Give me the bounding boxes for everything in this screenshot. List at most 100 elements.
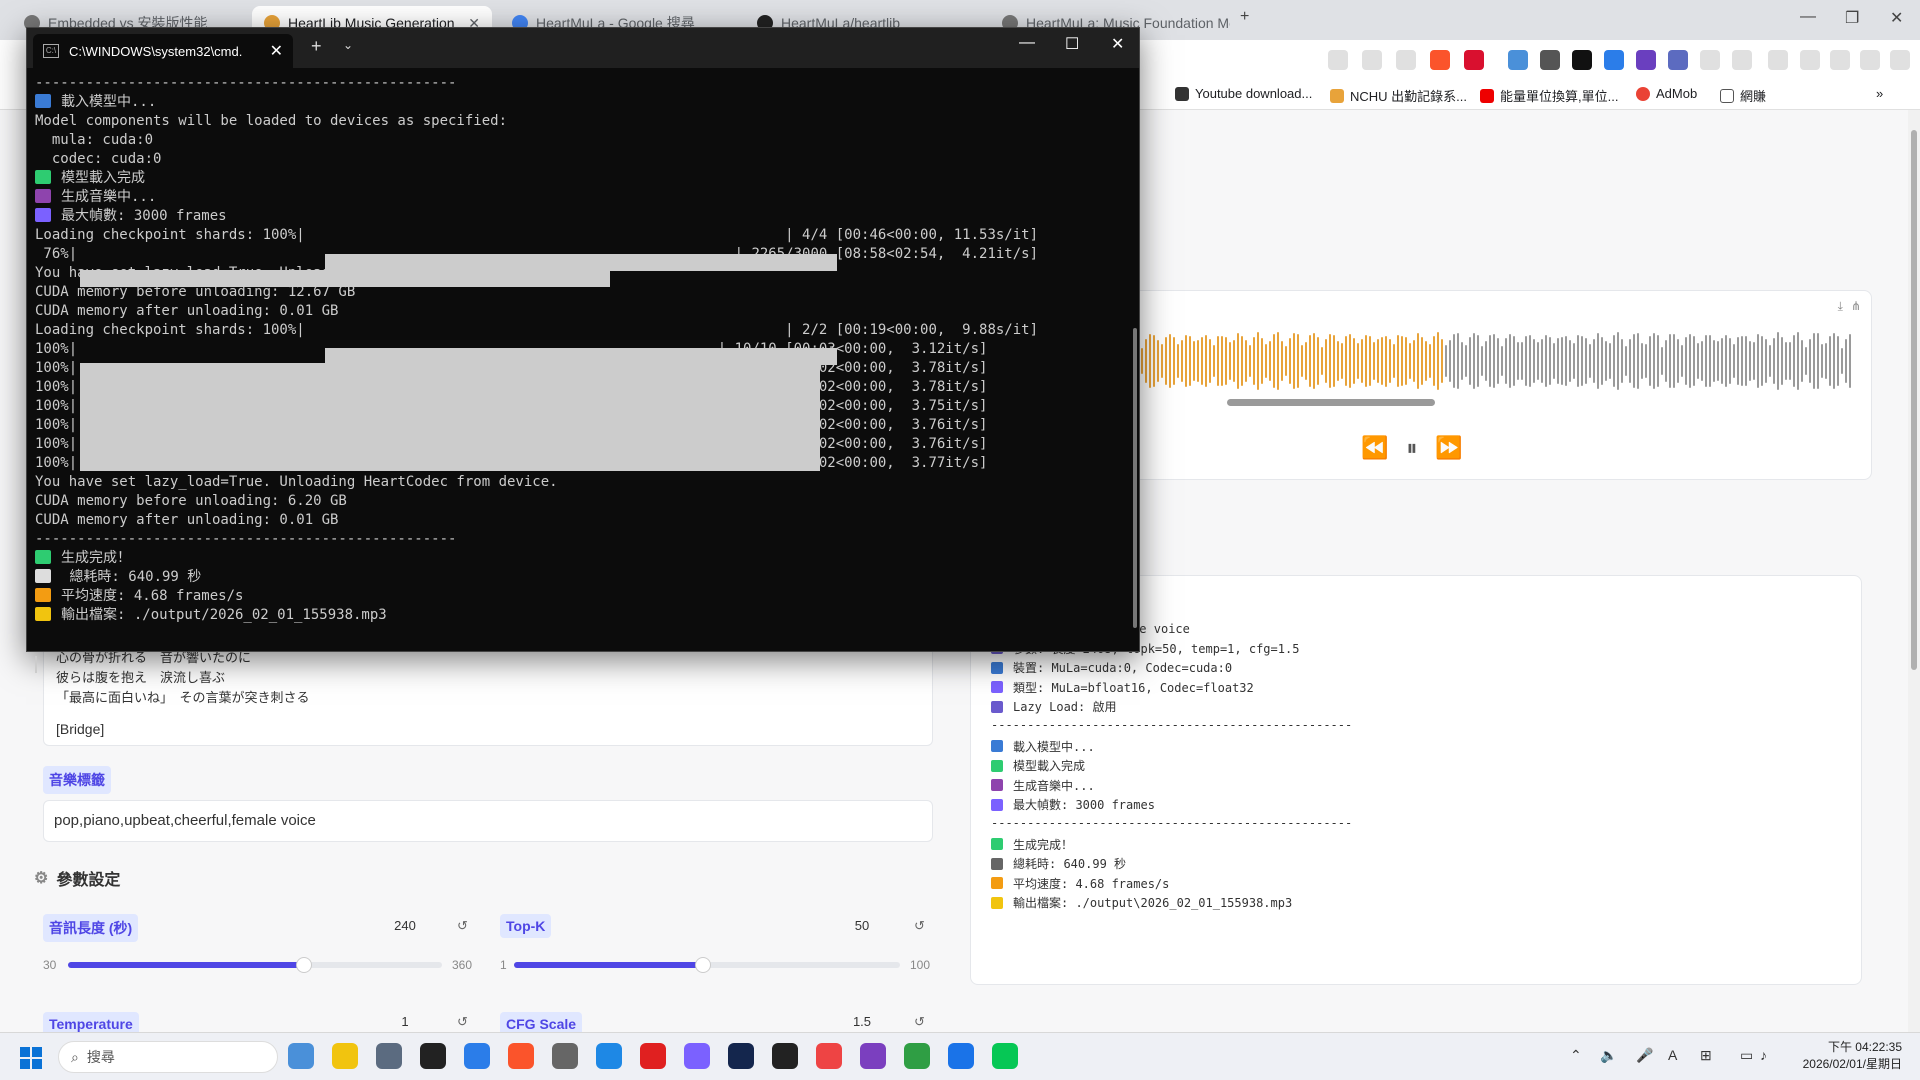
- extension-icon[interactable]: [1668, 50, 1688, 70]
- taskbar-app-icon[interactable]: [596, 1043, 622, 1069]
- extension-icon[interactable]: [1508, 50, 1528, 70]
- taskbar-app-icon[interactable]: [464, 1043, 490, 1069]
- menu-icon[interactable]: [1890, 50, 1910, 70]
- chevron-up-icon[interactable]: ⌃: [1570, 1047, 1582, 1064]
- bookmark-item[interactable]: Youtube download...: [1175, 86, 1312, 101]
- waveform-bar: [1545, 335, 1547, 387]
- tags-input[interactable]: pop,piano,upbeat,cheerful,female voice: [43, 800, 933, 842]
- taskbar-app-icon[interactable]: [860, 1043, 886, 1069]
- taskbar-app-icon[interactable]: [640, 1043, 666, 1069]
- bookmark-item[interactable]: 能量單位換算,單位...: [1480, 86, 1618, 105]
- reset-icon[interactable]: ↺: [914, 918, 925, 934]
- page-scrollbar[interactable]: [1908, 110, 1920, 1032]
- wallet-icon[interactable]: [1830, 50, 1850, 70]
- new-tab-icon[interactable]: +: [311, 36, 322, 57]
- extension-icon[interactable]: [1636, 50, 1656, 70]
- restore-icon[interactable]: ❐: [1845, 8, 1859, 28]
- ime-icon[interactable]: A: [1668, 1047, 1677, 1063]
- taskbar-app-icon[interactable]: [992, 1043, 1018, 1069]
- speaker-icon[interactable]: 🔈: [1600, 1047, 1617, 1064]
- bookmark-label: 能量單位換算,單位...: [1500, 89, 1619, 104]
- taskbar-app-icon[interactable]: [948, 1043, 974, 1069]
- tags-label: 音樂標籤: [43, 766, 111, 794]
- cmd-scrollbar[interactable]: [1133, 328, 1137, 628]
- volume-icon[interactable]: ♪: [1760, 1047, 1767, 1063]
- taskbar-app-icon[interactable]: [420, 1043, 446, 1069]
- bookmark-icon: [1480, 88, 1494, 103]
- taskbar-app-icon[interactable]: [772, 1043, 798, 1069]
- slider-knob[interactable]: [695, 957, 712, 973]
- close-tab-icon[interactable]: ✕: [270, 41, 283, 61]
- taskbar-app-icon[interactable]: [684, 1043, 710, 1069]
- cfg-value-input[interactable]: 1.5: [832, 1014, 892, 1029]
- bookmarks-overflow-icon[interactable]: »: [1876, 86, 1883, 101]
- scrollbar-thumb[interactable]: [1911, 130, 1917, 670]
- brave-rewards-icon[interactable]: [1464, 50, 1484, 70]
- slider-knob[interactable]: [295, 957, 312, 973]
- leo-ai-icon[interactable]: [1860, 50, 1880, 70]
- taskbar-app-icon[interactable]: [728, 1043, 754, 1069]
- bookmark-item[interactable]: NCHU 出勤記錄系...: [1330, 86, 1467, 105]
- reset-icon[interactable]: ↺: [914, 1014, 925, 1030]
- taskbar-app-icon[interactable]: [332, 1043, 358, 1069]
- bookmark-item[interactable]: AdMob: [1636, 86, 1697, 101]
- taskbar-app-icon[interactable]: [552, 1043, 578, 1069]
- taskbar-app-icon[interactable]: [904, 1043, 930, 1069]
- extension-icon[interactable]: [1572, 50, 1592, 70]
- maximize-icon[interactable]: ☐: [1065, 34, 1079, 54]
- log-line: 生成音樂中...: [991, 777, 1095, 794]
- pause-icon[interactable]: ⏸: [1406, 435, 1417, 461]
- minimize-icon[interactable]: —: [1800, 8, 1816, 26]
- waveform-bar: [1809, 338, 1811, 384]
- waveform-bar: [1529, 334, 1531, 388]
- terminal-output[interactable]: 輸出檔案: ./output/2026_02_01_155938.mp3 平均速度…: [35, 74, 1125, 673]
- fast-forward-icon[interactable]: ⏩: [1435, 435, 1462, 461]
- new-tab-icon[interactable]: +: [1240, 8, 1249, 26]
- rewind-icon[interactable]: ⏪: [1361, 435, 1388, 461]
- system-clock[interactable]: 下午 04:22:35 2026/02/01/星期日: [1803, 1039, 1902, 1073]
- extension-icon[interactable]: [1540, 50, 1560, 70]
- minimize-icon[interactable]: —: [1019, 34, 1035, 52]
- waveform-bar: [1297, 334, 1299, 388]
- brave-shield-icon[interactable]: [1430, 50, 1450, 70]
- waveform-bar: [1513, 335, 1515, 387]
- taskbar-app-icon[interactable]: [816, 1043, 842, 1069]
- topk-value-input[interactable]: 50: [832, 918, 892, 933]
- sidebar-icon[interactable]: [1800, 50, 1820, 70]
- media-icon[interactable]: [1768, 50, 1788, 70]
- length-slider[interactable]: [68, 957, 442, 973]
- waveform-bar: [1385, 335, 1387, 387]
- extension-icon[interactable]: [1604, 50, 1624, 70]
- length-value-input[interactable]: 240: [375, 918, 435, 933]
- audio-waveform[interactable]: [1141, 331, 1853, 391]
- reset-icon[interactable]: ↺: [457, 918, 468, 934]
- taskbar-search[interactable]: ⌕ 搜尋: [58, 1041, 278, 1073]
- windows-start-icon[interactable]: [20, 1047, 42, 1069]
- waveform-bar: [1841, 347, 1843, 375]
- chevron-down-icon[interactable]: ⌄: [343, 38, 353, 52]
- temperature-value-input[interactable]: 1: [375, 1014, 435, 1029]
- close-icon[interactable]: ✕: [1890, 8, 1903, 28]
- microphone-icon[interactable]: 🎤: [1636, 1047, 1653, 1064]
- cast-icon[interactable]: [1362, 50, 1382, 70]
- share-icon[interactable]: [1396, 50, 1416, 70]
- waveform-bar: [1157, 339, 1159, 383]
- extensions-puzzle-icon[interactable]: [1700, 50, 1720, 70]
- cmd-titlebar[interactable]: C:\ C:\WINDOWS\system32\cmd. ✕ + ⌄ — ☐ ✕: [27, 28, 1139, 68]
- close-icon[interactable]: ✕: [1111, 34, 1124, 54]
- network-icon[interactable]: ▭: [1740, 1047, 1753, 1064]
- download-icon[interactable]: ⤓: [1838, 299, 1843, 314]
- bookmark-folder[interactable]: 網賺: [1720, 86, 1766, 105]
- cmd-tab[interactable]: C:\ C:\WINDOWS\system32\cmd. ✕: [33, 34, 293, 68]
- waveform-scrollbar[interactable]: [1227, 399, 1435, 406]
- share-icon[interactable]: ⋔: [1851, 299, 1861, 314]
- taskbar-app-icon[interactable]: [288, 1043, 314, 1069]
- taskbar-app-icon[interactable]: [508, 1043, 534, 1069]
- topk-slider[interactable]: [514, 957, 900, 973]
- taskbar-app-icon[interactable]: [376, 1043, 402, 1069]
- waveform-bar: [1445, 344, 1447, 378]
- translate-icon[interactable]: [1328, 50, 1348, 70]
- reset-icon[interactable]: ↺: [457, 1014, 468, 1030]
- extension-icon[interactable]: [1732, 50, 1752, 70]
- input-method-icon[interactable]: ⊞: [1700, 1047, 1712, 1064]
